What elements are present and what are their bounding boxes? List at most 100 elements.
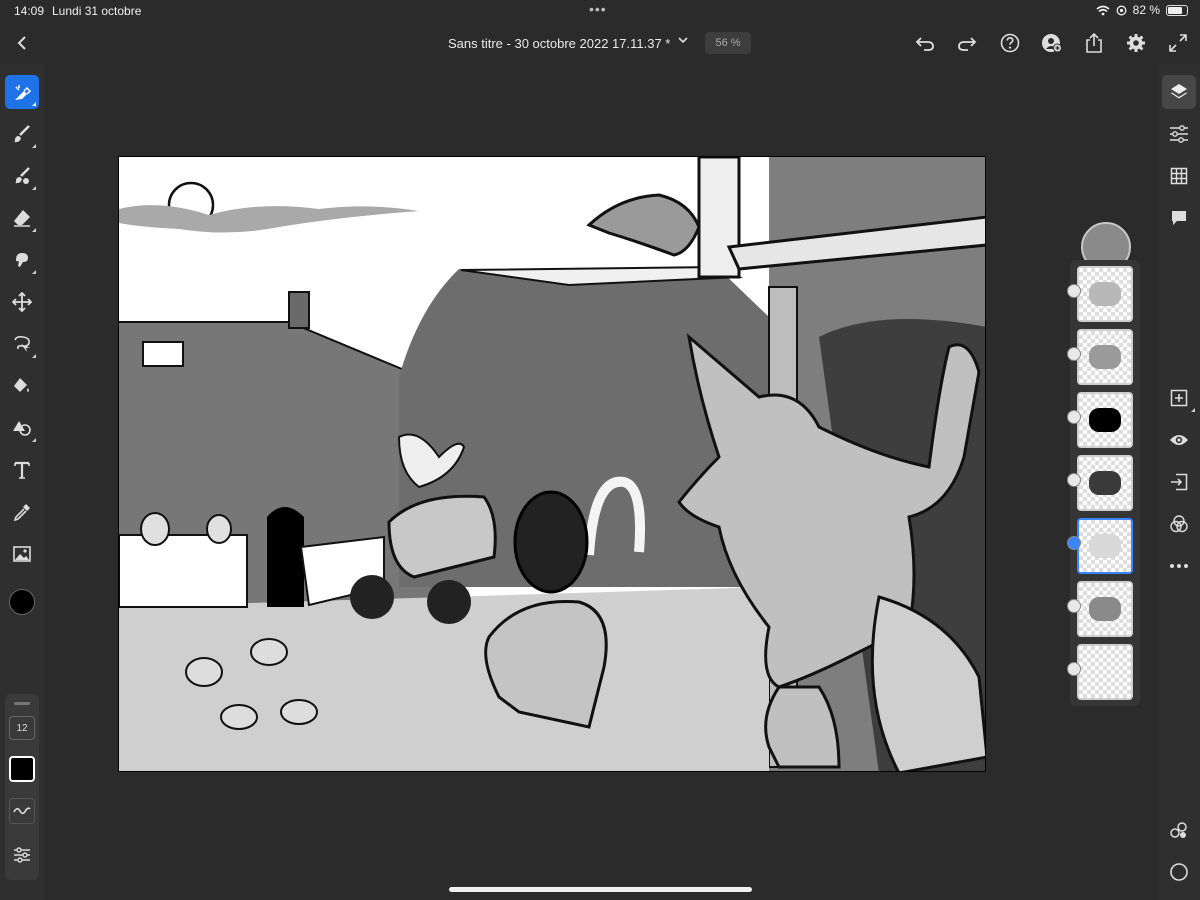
brush-tool[interactable] bbox=[5, 117, 39, 151]
fill-tool[interactable] bbox=[5, 369, 39, 403]
fullscreen-button[interactable] bbox=[1166, 31, 1190, 55]
layer-type-badge bbox=[1067, 599, 1081, 613]
eraser-tool[interactable] bbox=[5, 201, 39, 235]
invite-button[interactable] bbox=[1040, 31, 1064, 55]
status-bar: 14:09 Lundi 31 octobre ••• 82 % bbox=[0, 0, 1200, 22]
blend-icon bbox=[1170, 515, 1188, 533]
move-icon bbox=[12, 292, 32, 312]
shape-icon bbox=[13, 421, 31, 436]
layer-type-badge bbox=[1067, 536, 1081, 550]
add-layer-icon bbox=[1170, 389, 1188, 407]
undo-button[interactable] bbox=[913, 31, 937, 55]
home-indicator[interactable] bbox=[449, 887, 752, 892]
comment-icon bbox=[1172, 211, 1186, 225]
brush-size-field[interactable]: 12 bbox=[9, 716, 35, 740]
wave-icon bbox=[13, 807, 31, 815]
multitask-dots-icon[interactable]: ••• bbox=[589, 1, 607, 17]
zoom-level[interactable]: 56 % bbox=[705, 32, 751, 54]
layers-icon bbox=[1171, 84, 1187, 99]
brush-smoothing-button[interactable] bbox=[9, 798, 35, 824]
status-time: 14:09 bbox=[14, 4, 45, 18]
import-button[interactable] bbox=[1162, 465, 1196, 499]
touch-modifier-tool[interactable] bbox=[5, 75, 39, 109]
mixer-brush-icon bbox=[15, 167, 30, 184]
chevron-down-icon[interactable] bbox=[678, 34, 688, 48]
layer-type-badge bbox=[1067, 284, 1081, 298]
layer-thumbnail[interactable] bbox=[1077, 329, 1133, 385]
fill-icon bbox=[14, 378, 29, 392]
layer-preview bbox=[1089, 282, 1121, 306]
document-title[interactable]: Sans titre - 30 octobre 2022 17.11.37 * bbox=[448, 36, 670, 51]
help-button[interactable] bbox=[998, 31, 1022, 55]
eyedropper-tool[interactable] bbox=[5, 495, 39, 529]
image-icon bbox=[13, 546, 31, 562]
text-tool[interactable] bbox=[5, 453, 39, 487]
battery-percentage: 82 % bbox=[1132, 3, 1160, 17]
brush-settings-group: 12 bbox=[5, 694, 39, 880]
back-button[interactable] bbox=[10, 30, 34, 56]
more-icon bbox=[1170, 564, 1188, 568]
layer-thumbnail[interactable] bbox=[1077, 392, 1133, 448]
redo-button[interactable] bbox=[955, 31, 979, 55]
brush-icon bbox=[14, 125, 30, 143]
wifi-icon bbox=[1096, 5, 1110, 15]
import-icon bbox=[1171, 473, 1188, 491]
move-tool[interactable] bbox=[5, 285, 39, 319]
more-options-button[interactable] bbox=[1162, 549, 1196, 583]
layer-type-badge bbox=[1067, 473, 1081, 487]
smudge-tool[interactable] bbox=[5, 243, 39, 277]
layer-preview bbox=[1089, 597, 1121, 621]
lasso-tool[interactable] bbox=[5, 327, 39, 361]
image-tool[interactable] bbox=[5, 537, 39, 571]
blend-mode-button[interactable] bbox=[1162, 507, 1196, 541]
settings-button[interactable] bbox=[1124, 31, 1148, 55]
smudge-icon bbox=[16, 253, 28, 267]
text-icon bbox=[14, 461, 30, 479]
layers-button[interactable] bbox=[1162, 75, 1196, 109]
layer-preview bbox=[1089, 660, 1121, 684]
artwork-illustration bbox=[119, 157, 985, 771]
layer-preview bbox=[1089, 408, 1121, 432]
touch-modifier-icon bbox=[15, 85, 32, 100]
color-picker-button[interactable] bbox=[5, 585, 39, 619]
layer-thumbnail[interactable] bbox=[1077, 455, 1133, 511]
help-icon bbox=[1000, 33, 1020, 53]
grid-icon bbox=[1170, 167, 1188, 185]
layer-thumbnail[interactable] bbox=[1077, 581, 1133, 637]
share-button[interactable] bbox=[1082, 31, 1106, 55]
layer-preview bbox=[1089, 345, 1121, 369]
drag-handle[interactable] bbox=[14, 702, 30, 705]
mixer-brush-tool[interactable] bbox=[5, 159, 39, 193]
adjustments-button[interactable] bbox=[1162, 117, 1196, 151]
grid-button[interactable] bbox=[1162, 159, 1196, 193]
add-user-icon bbox=[1042, 34, 1062, 53]
visibility-icon bbox=[1170, 435, 1188, 445]
layer-preview bbox=[1089, 534, 1121, 558]
shape-tool[interactable] bbox=[5, 411, 39, 445]
chevron-left-icon bbox=[17, 36, 26, 50]
brush-options-button[interactable] bbox=[9, 842, 35, 868]
circle-button[interactable] bbox=[1162, 855, 1196, 889]
cloud-docs-button[interactable] bbox=[1162, 813, 1196, 847]
share-icon bbox=[1086, 33, 1102, 53]
drawing-canvas[interactable] bbox=[118, 156, 986, 772]
redo-icon bbox=[958, 37, 977, 51]
circle-icon bbox=[1170, 863, 1188, 881]
comments-button[interactable] bbox=[1162, 201, 1196, 235]
fill-stroke-swatch[interactable] bbox=[9, 756, 35, 782]
visibility-button[interactable] bbox=[1162, 423, 1196, 457]
undo-icon bbox=[915, 37, 934, 51]
layer-thumbnail[interactable] bbox=[1077, 644, 1133, 700]
layer-thumbnail[interactable] bbox=[1077, 266, 1133, 322]
eyedropper-icon bbox=[13, 504, 30, 522]
right-toolbar bbox=[1158, 64, 1200, 900]
status-date: Lundi 31 octobre bbox=[52, 4, 142, 18]
layer-preview bbox=[1089, 471, 1121, 495]
add-layer-button[interactable] bbox=[1162, 381, 1196, 415]
adjustments-icon bbox=[1170, 125, 1188, 143]
eraser-icon bbox=[14, 210, 30, 227]
lasso-icon bbox=[14, 336, 30, 352]
layers-panel bbox=[1067, 260, 1140, 706]
fullscreen-icon bbox=[1169, 34, 1187, 52]
layer-thumbnail[interactable] bbox=[1077, 518, 1133, 574]
